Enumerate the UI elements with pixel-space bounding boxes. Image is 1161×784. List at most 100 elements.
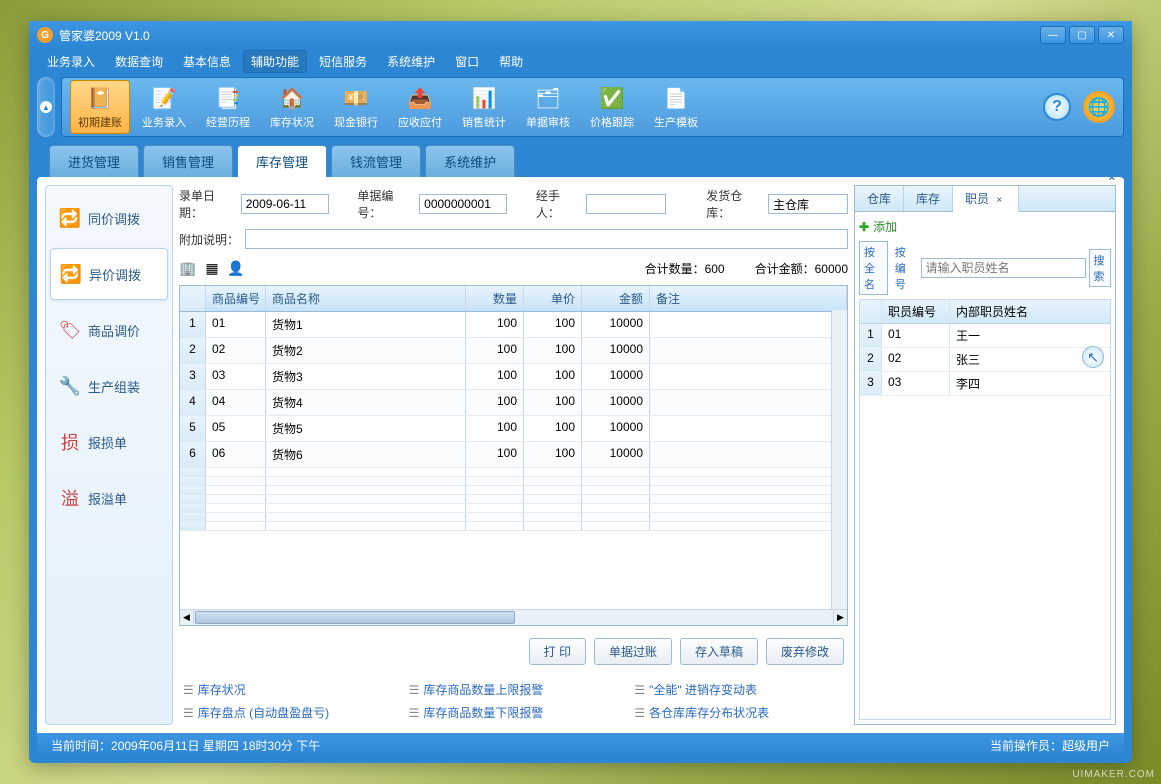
form-row-2: 附加说明： (179, 227, 848, 251)
table-row[interactable] (180, 522, 847, 531)
handler-input[interactable] (586, 194, 666, 214)
tool-8[interactable]: ✅价格跟踪 (582, 80, 642, 134)
sidebar-icon-5: 溢 (58, 486, 82, 510)
docno-label: 单据编号： (357, 187, 413, 221)
sidebar-item-3[interactable]: 🔧生产组装 (50, 360, 168, 412)
note-input[interactable] (245, 229, 848, 249)
action-btn-2[interactable]: 存入草稿 (680, 638, 758, 665)
handler-label: 经手人： (536, 187, 581, 221)
search-button[interactable]: 搜索 (1089, 249, 1112, 287)
menu-0[interactable]: 业务录入 (39, 50, 103, 73)
link-5[interactable]: ☰各仓库库存分布状况表 (634, 704, 844, 721)
main-tab-4[interactable]: 系统维护 (425, 145, 515, 177)
main-tabs: 进货管理销售管理库存管理钱流管理系统维护 (29, 145, 1132, 177)
help-button[interactable]: ? (1043, 93, 1071, 121)
employee-row[interactable]: 202张三 (860, 348, 1110, 372)
grid-body[interactable]: 101货物110010010000202货物210010010000303货物3… (180, 312, 847, 609)
menu-6[interactable]: 窗口 (447, 50, 487, 73)
employee-row[interactable]: 101王一 (860, 324, 1110, 348)
link-1[interactable]: ☰库存商品数量上限报警 (409, 681, 619, 698)
main-tab-3[interactable]: 钱流管理 (331, 145, 421, 177)
link-0[interactable]: ☰库存状况 (183, 681, 393, 698)
menu-2[interactable]: 基本信息 (175, 50, 239, 73)
tool-7[interactable]: 🗂单据审核 (518, 80, 578, 134)
panel-close-icon[interactable]: × (1109, 177, 1115, 184)
table-row[interactable]: 101货物110010010000 (180, 312, 847, 338)
action-btn-0[interactable]: 打 印 (529, 638, 586, 665)
minimize-button[interactable]: — (1040, 26, 1066, 44)
table-row[interactable] (180, 504, 847, 513)
menu-1[interactable]: 数据查询 (107, 50, 171, 73)
titlebar[interactable]: G 管家婆2009 V1.0 — ▢ ✕ (29, 21, 1132, 49)
link-4[interactable]: ☰库存商品数量下限报警 (409, 704, 619, 721)
docno-input[interactable] (419, 194, 507, 214)
rp-tab-2[interactable]: 职员 × (953, 186, 1019, 212)
person-icon[interactable]: 👤 (227, 259, 245, 277)
scroll-up-icon[interactable]: ↖ (1082, 346, 1104, 368)
filter-row: 按全名 按编号 搜索 (859, 241, 1111, 295)
sidebar-item-5[interactable]: 溢报溢单 (50, 472, 168, 524)
main-grid[interactable]: 商品编号 商品名称 数量 单价 金额 备注 101货物1100100100002… (179, 285, 848, 626)
table-row[interactable]: 505货物510010010000 (180, 416, 847, 442)
action-btn-3[interactable]: 废弃修改 (766, 638, 844, 665)
main-tab-2[interactable]: 库存管理 (237, 145, 327, 177)
sidebar-icon-3: 🔧 (58, 374, 82, 398)
wh-label: 发货仓库： (706, 187, 762, 221)
add-button[interactable]: ✚ 添加 (859, 216, 1111, 237)
sidebar-item-4[interactable]: 损报损单 (50, 416, 168, 468)
globe-button[interactable]: 🌐 (1083, 91, 1115, 123)
employee-grid[interactable]: 职员编号 内部职员姓名 101王一202张三303李四 ↖ (859, 299, 1111, 720)
maximize-button[interactable]: ▢ (1069, 26, 1095, 44)
vertical-scrollbar[interactable] (831, 310, 847, 609)
sidebar-item-1[interactable]: 🔁异价调拨 (50, 248, 168, 300)
grid-icon[interactable]: ▦ (203, 259, 221, 277)
wh-input[interactable] (768, 194, 848, 214)
table-row[interactable] (180, 477, 847, 486)
menu-7[interactable]: 帮助 (491, 50, 531, 73)
tool-4[interactable]: 💴现金银行 (326, 80, 386, 134)
tool-icon-3: 🏠 (278, 84, 306, 112)
sidebar-item-2[interactable]: 🏷商品调价 (50, 304, 168, 356)
table-row[interactable] (180, 495, 847, 504)
action-btn-1[interactable]: 单据过账 (594, 638, 672, 665)
employee-row[interactable]: 303李四 (860, 372, 1110, 396)
horizontal-scrollbar[interactable]: ◀ ▶ (180, 609, 847, 625)
statusbar: 当前时间：2009年06月11日 星期四 18时30分 下午 当前操作员：超级用… (37, 733, 1124, 757)
link-grid: ☰库存状况 ☰库存商品数量上限报警 ☰"全能" 进销存变动表 ☰库存盘点 (自动盘盈盘… (179, 677, 848, 725)
tool-3[interactable]: 🏠库存状况 (262, 80, 322, 134)
tool-0[interactable]: 📔初期建账 (70, 80, 130, 134)
rp-tab-1[interactable]: 库存 (904, 186, 953, 211)
tool-9[interactable]: 📄生产模板 (646, 80, 706, 134)
link-2[interactable]: ☰"全能" 进销存变动表 (634, 681, 844, 698)
main-tab-0[interactable]: 进货管理 (49, 145, 139, 177)
tab-close-icon[interactable]: × (992, 195, 1006, 206)
table-row[interactable] (180, 513, 847, 522)
table-row[interactable] (180, 486, 847, 495)
close-button[interactable]: ✕ (1098, 26, 1124, 44)
tool-1[interactable]: 📝业务录入 (134, 80, 194, 134)
search-input[interactable] (921, 258, 1086, 278)
menu-3[interactable]: 辅助功能 (243, 50, 307, 73)
tool-2[interactable]: 📑经营历程 (198, 80, 258, 134)
filter-by-number[interactable]: 按编号 (891, 242, 918, 294)
note-label: 附加说明： (179, 231, 239, 248)
toolbar-collapse[interactable]: ▲ (37, 77, 55, 137)
main-tab-1[interactable]: 销售管理 (143, 145, 233, 177)
table-row[interactable]: 303货物310010010000 (180, 364, 847, 390)
filter-by-fullname[interactable]: 按全名 (859, 241, 888, 295)
rp-tab-0[interactable]: 仓库 (855, 186, 904, 211)
link-3[interactable]: ☰库存盘点 (自动盘盈盘亏) (183, 704, 393, 721)
date-input[interactable] (241, 194, 329, 214)
tool-5[interactable]: 📤应收应付 (390, 80, 450, 134)
table-row[interactable]: 202货物210010010000 (180, 338, 847, 364)
table-row[interactable]: 404货物410010010000 (180, 390, 847, 416)
table-row[interactable] (180, 468, 847, 477)
sidebar-item-0[interactable]: 🔁同价调拨 (50, 192, 168, 244)
tool-6[interactable]: 📊销售统计 (454, 80, 514, 134)
rp-tabs: 仓库库存职员 × (855, 186, 1115, 212)
menu-4[interactable]: 短信服务 (311, 50, 375, 73)
grid-header: 商品编号 商品名称 数量 单价 金额 备注 (180, 286, 847, 312)
menu-5[interactable]: 系统维护 (379, 50, 443, 73)
building-icon[interactable]: 🏢 (179, 259, 197, 277)
table-row[interactable]: 606货物610010010000 (180, 442, 847, 468)
